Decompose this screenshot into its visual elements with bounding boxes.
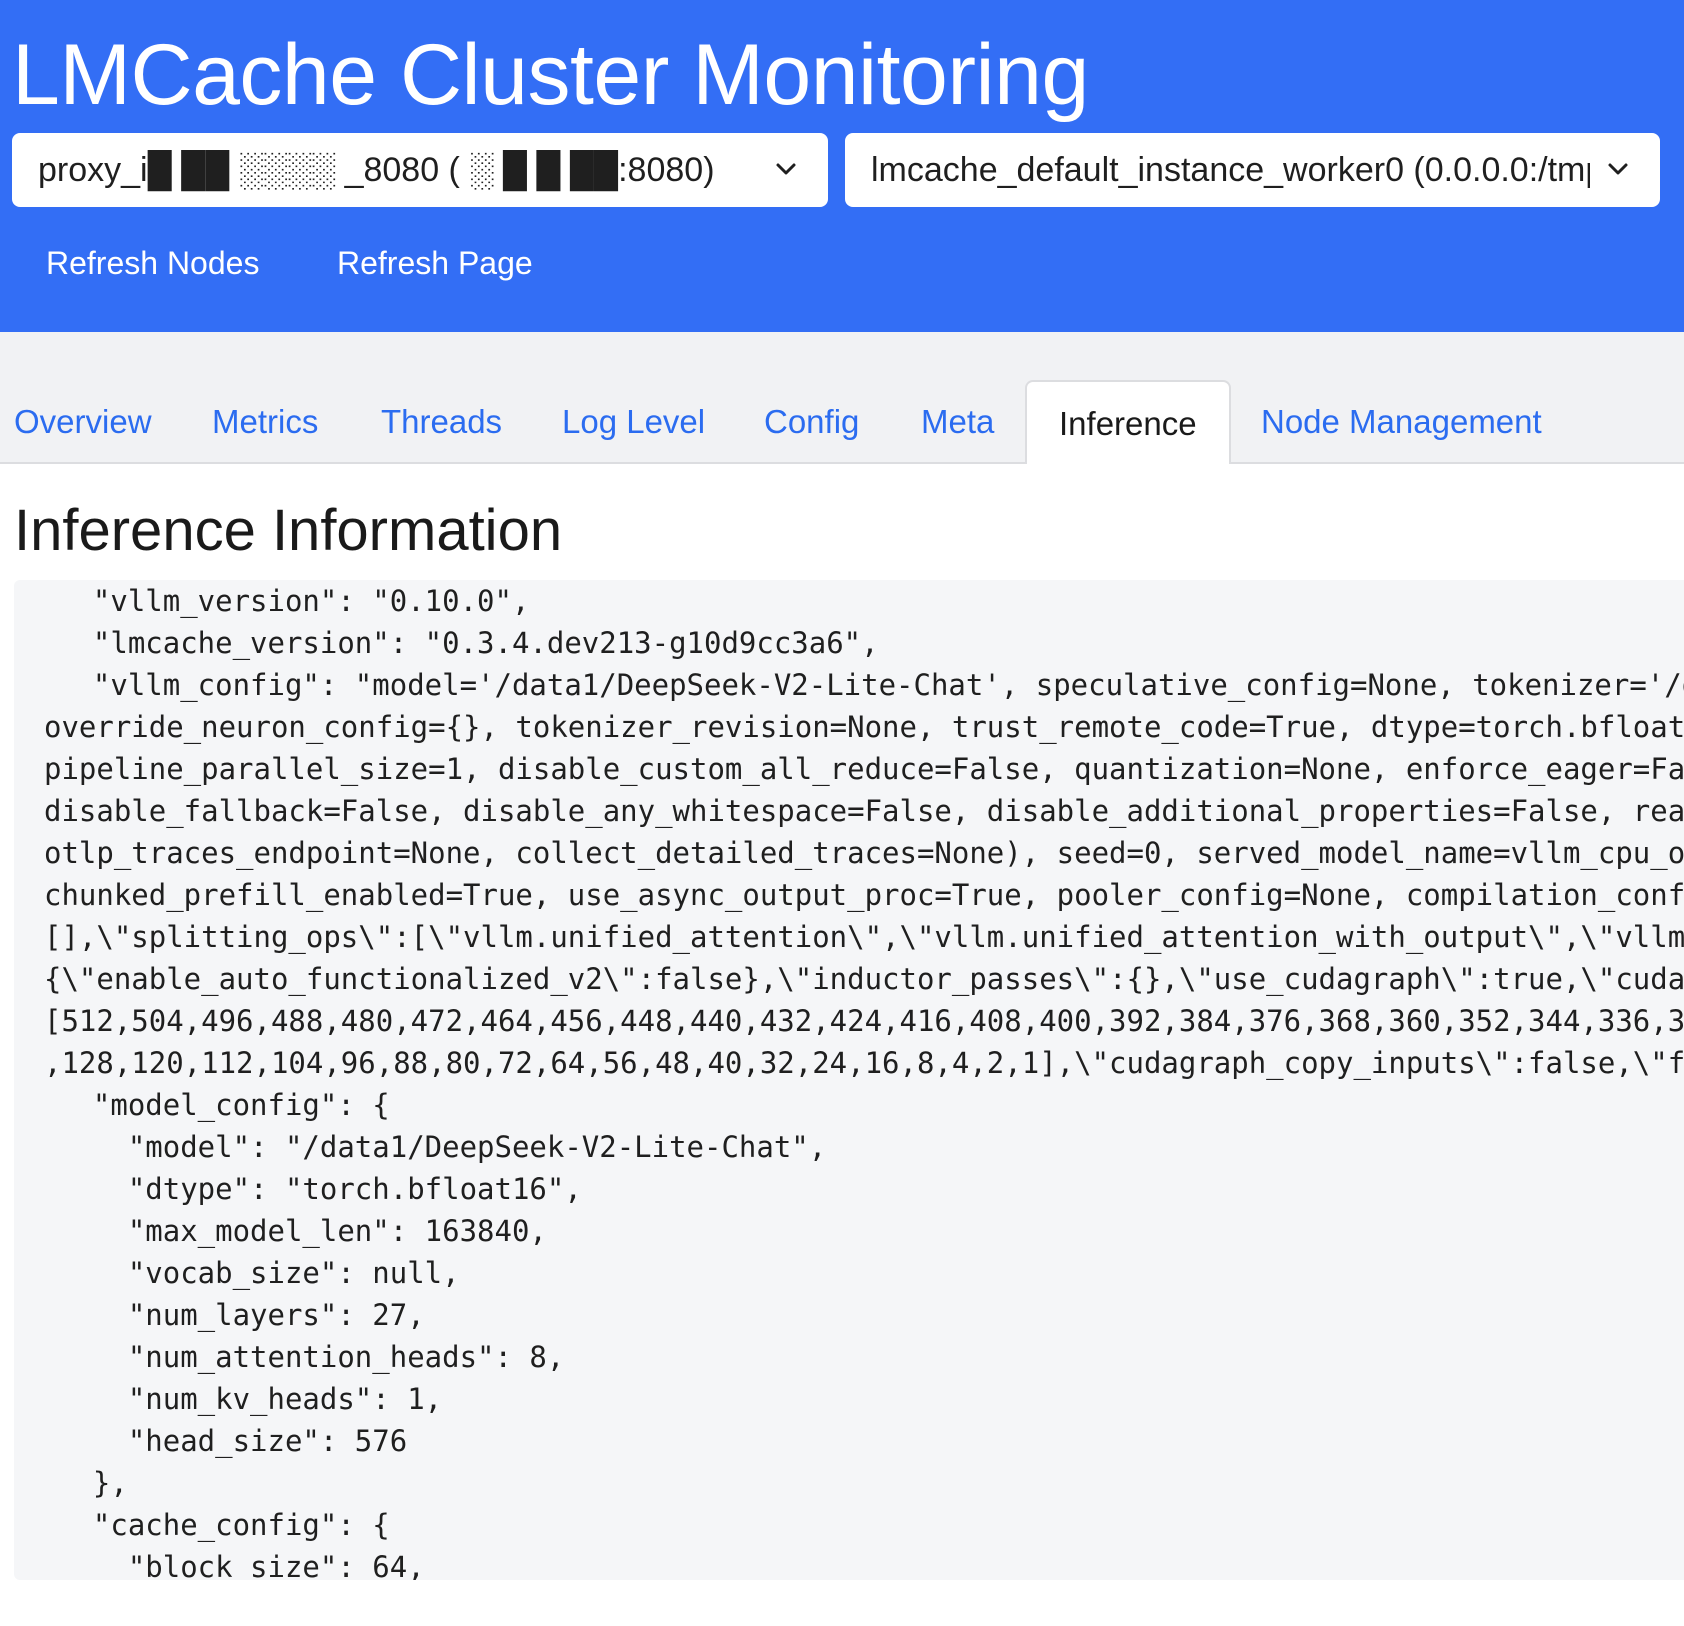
chevron-down-icon	[776, 163, 796, 175]
app-title: LMCache Cluster Monitoring	[12, 27, 1089, 123]
json-line: {\"enable_auto_functionalized_v2\":false…	[44, 962, 1684, 996]
json-line: "num_layers": 27,	[58, 1298, 425, 1332]
json-line: "num_kv_heads": 1,	[58, 1382, 443, 1416]
json-line: "model": "/data1/DeepSeek-V2-Lite-Chat",	[58, 1130, 827, 1164]
tab-meta[interactable]: Meta	[921, 380, 994, 464]
tab-config[interactable]: Config	[764, 380, 859, 464]
tab-node-management[interactable]: Node Management	[1261, 380, 1542, 464]
json-line: [512,504,496,488,480,472,464,456,448,440…	[44, 1004, 1684, 1038]
node-select-value: proxy_i█ ██ ░░░░ _8080 ( ░ █ █ ██:8080)	[38, 151, 715, 189]
tab-threads[interactable]: Threads	[381, 380, 502, 464]
json-line: "vllm_config": "model='/data1/DeepSeek-V…	[58, 668, 1684, 702]
json-line: pipeline_parallel_size=1, disable_custom…	[44, 752, 1684, 786]
json-line: [],\"splitting_ops\":[\"vllm.unified_att…	[44, 920, 1684, 954]
json-line: "num_attention_heads": 8,	[58, 1340, 565, 1374]
tab-bar: Overview Metrics Threads Log Level Confi…	[0, 332, 1684, 464]
json-line: override_neuron_config={}, tokenizer_rev…	[44, 710, 1684, 744]
tab-overview[interactable]: Overview	[14, 380, 152, 464]
tab-metrics[interactable]: Metrics	[212, 380, 318, 464]
json-line: chunked_prefill_enabled=True, use_async_…	[44, 878, 1684, 912]
app-header: LMCache Cluster Monitoring proxy_i█ ██ ░…	[0, 0, 1684, 332]
refresh-page-button[interactable]: Refresh Page	[337, 238, 533, 288]
json-line: otlp_traces_endpoint=None, collect_detai…	[44, 836, 1684, 870]
json-line: "lmcache_version": "0.3.4.dev213-g10d9cc…	[58, 626, 879, 660]
json-line: disable_fallback=False, disable_any_whit…	[44, 794, 1684, 828]
instance-select-value: lmcache_default_instance_worker0 (0.0.0.…	[871, 151, 1590, 189]
chevron-down-icon	[1608, 163, 1628, 175]
section-title: Inference Information	[14, 498, 563, 563]
tab-log-level[interactable]: Log Level	[562, 380, 705, 464]
json-line: },	[58, 1466, 128, 1500]
json-line: "cache_config": {	[58, 1508, 390, 1542]
json-line: "max_model_len": 163840,	[58, 1214, 547, 1248]
json-line: ,128,120,112,104,96,88,80,72,64,56,48,40…	[44, 1046, 1684, 1080]
json-line: "vocab_size": null,	[58, 1256, 460, 1290]
json-line: "dtype": "torch.bfloat16",	[58, 1172, 582, 1206]
inference-json-viewer[interactable]: "vllm_version": "0.10.0", "lmcache_versi…	[14, 580, 1684, 1580]
node-select[interactable]: proxy_i█ ██ ░░░░ _8080 ( ░ █ █ ██:8080)	[12, 133, 828, 207]
instance-select[interactable]: lmcache_default_instance_worker0 (0.0.0.…	[845, 133, 1660, 207]
refresh-nodes-button[interactable]: Refresh Nodes	[46, 238, 259, 288]
json-line: "head_size": 576	[58, 1424, 408, 1458]
json-line: "block_size": 64,	[58, 1550, 425, 1580]
tab-inference[interactable]: Inference	[1025, 380, 1231, 464]
json-line: "model_config": {	[58, 1088, 390, 1122]
json-line: "vllm_version": "0.10.0",	[58, 584, 530, 618]
